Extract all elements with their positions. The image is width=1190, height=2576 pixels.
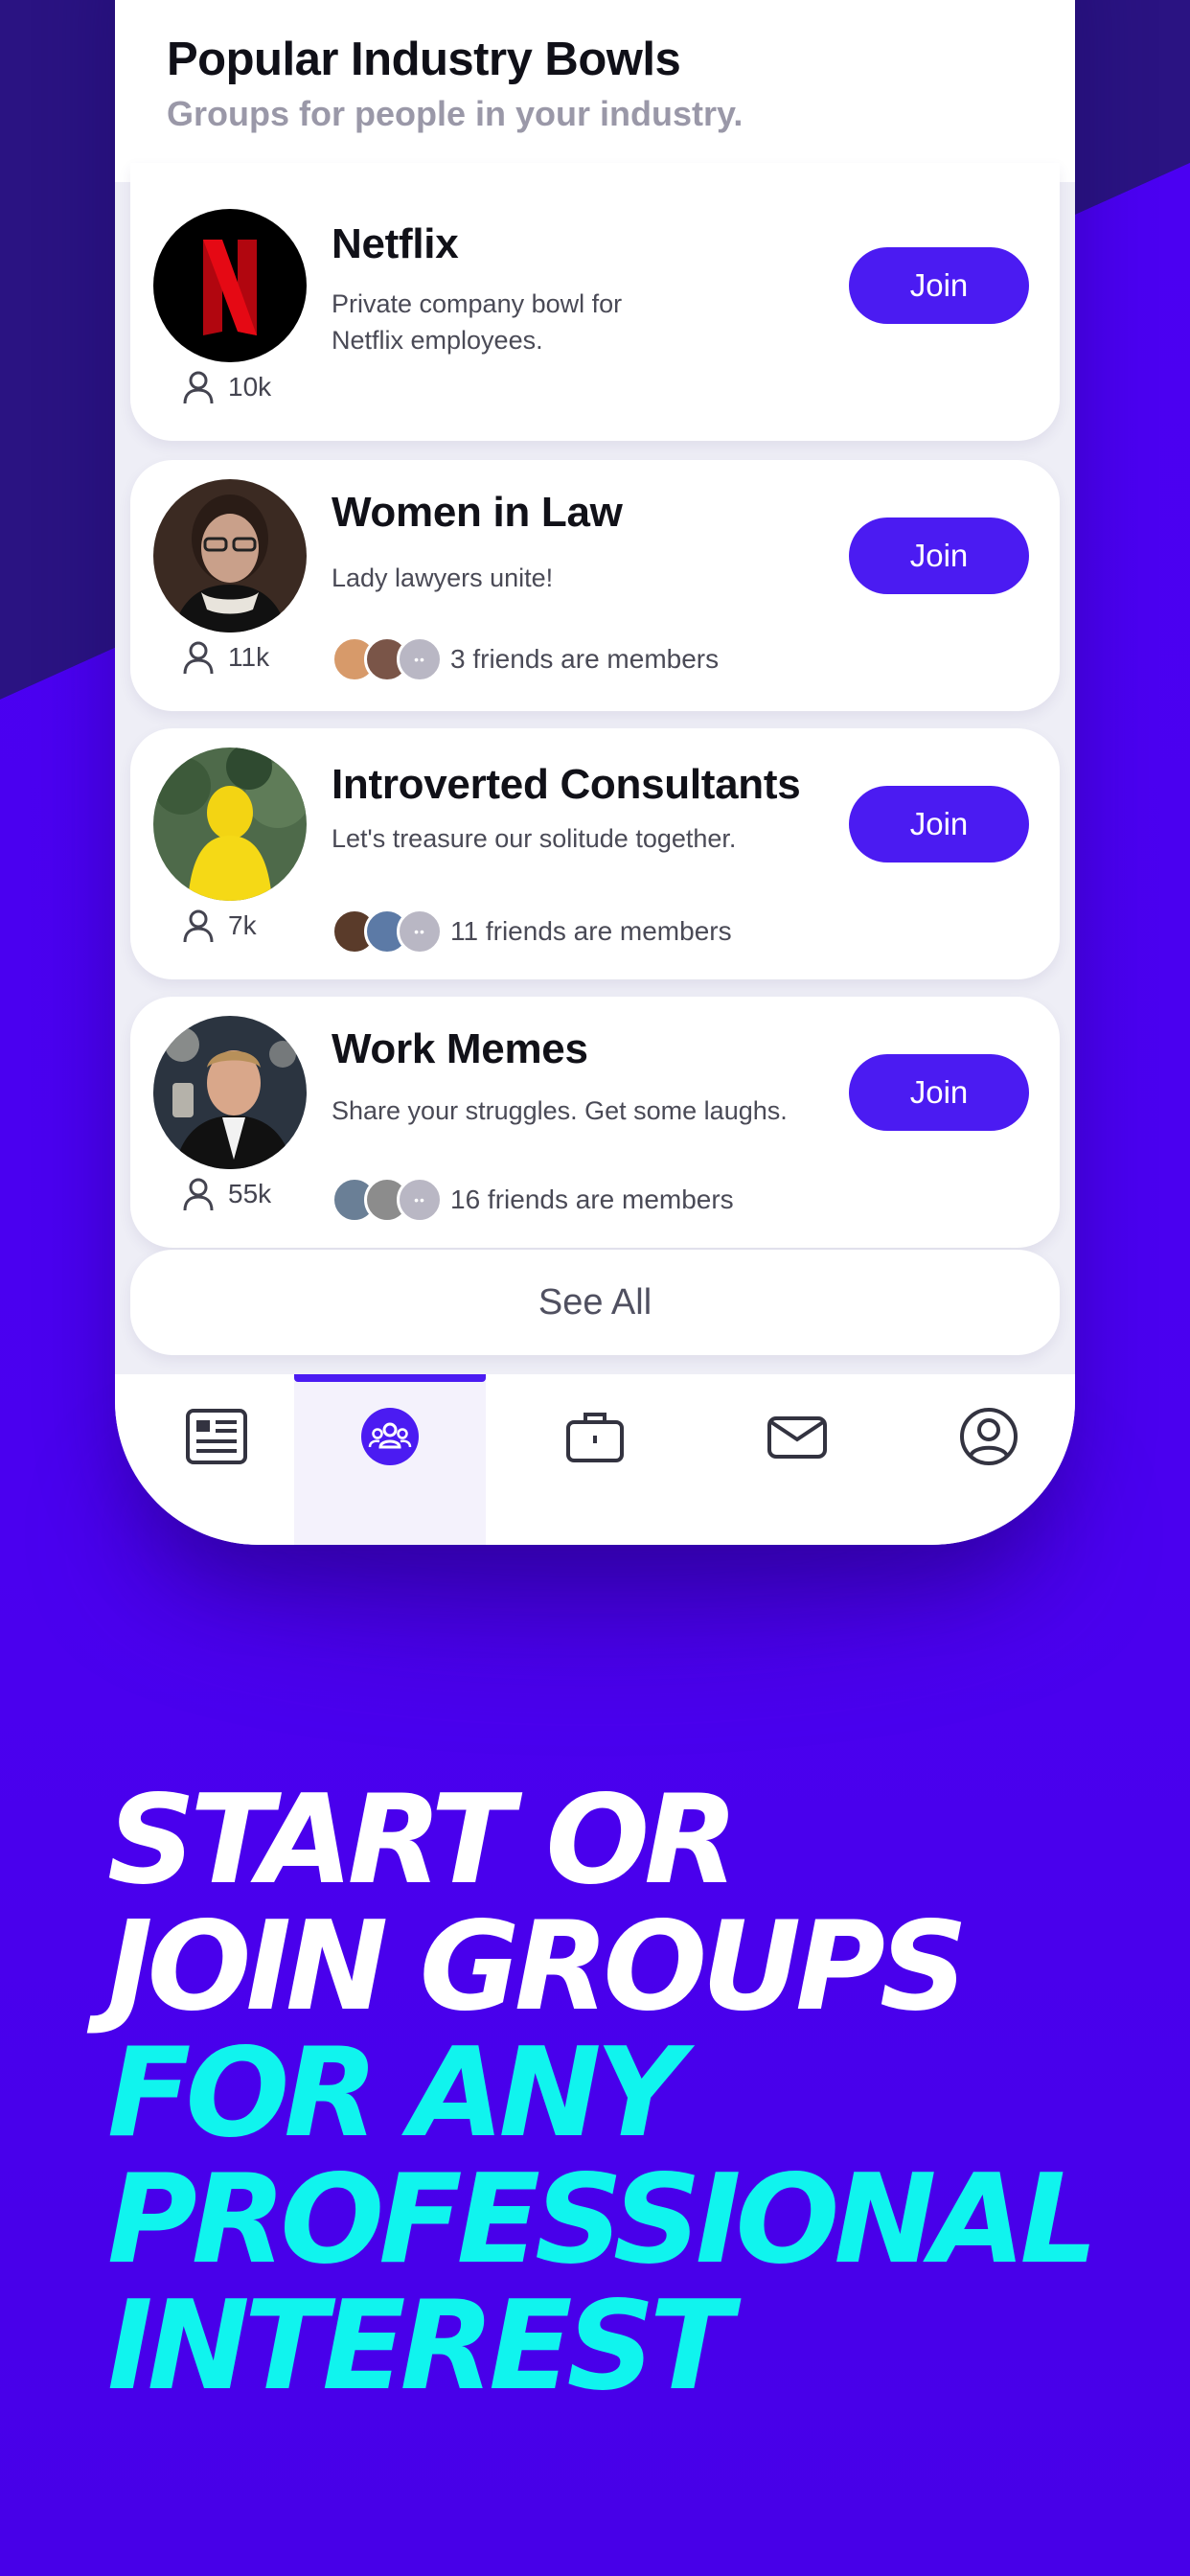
more-friends-icon xyxy=(397,1177,443,1223)
promo-headline: START OR JOIN GROUPS FOR ANY PROFESSIONA… xyxy=(107,1769,1098,2418)
tab-groups[interactable] xyxy=(294,1374,486,1545)
member-count: 11k xyxy=(180,636,269,678)
friend-avatars xyxy=(332,907,443,956)
group-avatar-netflix xyxy=(153,209,307,362)
tab-jobs[interactable] xyxy=(499,1374,691,1545)
member-count-value: 11k xyxy=(228,642,270,672)
tab-feed[interactable] xyxy=(121,1374,312,1545)
phone-screen: Popular Industry Bowls Groups for people… xyxy=(115,0,1075,1545)
friends-count-text: 16 friends are members xyxy=(450,1184,734,1214)
group-name: Netflix xyxy=(332,220,459,267)
friend-avatars xyxy=(332,634,443,684)
member-count: 55k xyxy=(180,1173,271,1215)
section-title: Popular Industry Bowls xyxy=(167,34,681,85)
headline-line-2: JOIN GROUPS xyxy=(107,1896,968,2038)
group-name: Introverted Consultants xyxy=(332,761,801,808)
friend-avatars xyxy=(332,1175,443,1225)
friends-members: 3 friends are members xyxy=(332,634,719,684)
join-button[interactable]: Join xyxy=(849,786,1029,862)
group-description: Private company bowl for Netflix employe… xyxy=(332,289,623,355)
join-button[interactable]: Join xyxy=(849,1054,1029,1131)
headline-line-4: PROFESSIONAL xyxy=(107,2149,1098,2291)
group-description: Lady lawyers unite! xyxy=(332,564,554,592)
person-icon xyxy=(183,909,214,943)
friends-members: 11 friends are members xyxy=(332,907,732,956)
headline-line-1: START OR xyxy=(107,1769,739,1912)
friends-count-text: 11 friends are members xyxy=(450,916,732,946)
feed-icon xyxy=(186,1409,247,1464)
group-card-women-in-law[interactable]: 11k Women in Law Lady lawyers unite! Joi… xyxy=(130,460,1060,711)
group-avatar-work-memes xyxy=(153,1016,307,1169)
tab-messages[interactable] xyxy=(701,1374,893,1545)
group-name: Work Memes xyxy=(332,1025,588,1072)
member-count: 10k xyxy=(180,366,271,408)
member-count-value: 10k xyxy=(228,372,272,402)
toast-meme-photo-icon xyxy=(153,1016,307,1169)
see-all-button[interactable]: See All xyxy=(130,1250,1060,1355)
group-name: Women in Law xyxy=(332,489,623,536)
member-count-value: 7k xyxy=(228,910,257,940)
headline-line-5: INTEREST xyxy=(107,2275,733,2418)
more-friends-icon xyxy=(397,908,443,954)
join-button[interactable]: Join xyxy=(849,518,1029,594)
groups-icon xyxy=(361,1408,419,1465)
join-button[interactable]: Join xyxy=(849,247,1029,324)
person-icon xyxy=(183,371,214,404)
person-icon xyxy=(183,1178,214,1211)
netflix-logo-icon xyxy=(153,209,307,362)
messages-icon xyxy=(767,1416,827,1459)
bottom-tab-bar xyxy=(115,1374,1075,1545)
tab-profile[interactable] xyxy=(893,1374,1075,1545)
jobs-icon xyxy=(566,1413,624,1462)
friends-count-text: 3 friends are members xyxy=(450,644,720,674)
friends-members: 16 friends are members xyxy=(332,1175,734,1225)
group-avatar-women-in-law xyxy=(153,479,307,632)
see-all-label: See All xyxy=(538,1281,652,1322)
section-subtitle: Groups for people in your industry. xyxy=(167,94,744,133)
group-description: Share your struggles. Get some laughs. xyxy=(332,1096,788,1125)
member-count: 7k xyxy=(180,905,257,947)
member-count-value: 55k xyxy=(228,1179,272,1208)
group-avatar-introverted-consultants xyxy=(153,748,307,901)
yellow-raincoat-photo-icon xyxy=(153,748,307,901)
profile-icon xyxy=(960,1408,1018,1465)
group-description: Let's treasure our solitude together. xyxy=(332,824,737,853)
group-card-introverted-consultants[interactable]: 7k Introverted Consultants Let's treasur… xyxy=(130,728,1060,979)
more-friends-icon xyxy=(397,636,443,682)
person-icon xyxy=(183,641,214,675)
headline-line-3: FOR ANY xyxy=(107,2022,684,2165)
portrait-photo-icon xyxy=(153,479,307,632)
section-header: Popular Industry Bowls Groups for people… xyxy=(115,0,1075,182)
group-card-work-memes[interactable]: 55k Work Memes Share your struggles. Get… xyxy=(130,997,1060,1248)
group-card-netflix[interactable]: 10k Netflix Private company bowl for Net… xyxy=(130,163,1060,441)
